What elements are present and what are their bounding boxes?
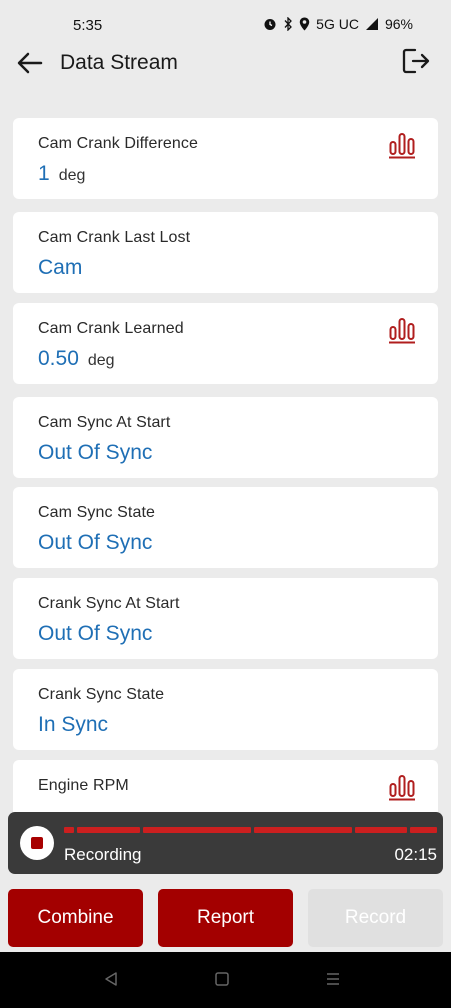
battery-label: 96% (384, 16, 413, 32)
list-item-cam-crank-last-lost[interactable]: Cam Crank Last Lost Cam (13, 212, 438, 293)
list-item-crank-sync-state[interactable]: Crank Sync State In Sync (13, 669, 438, 750)
nav-home-button[interactable] (211, 970, 233, 992)
app-bar: Data Stream (0, 46, 451, 108)
status-time: 5:35 (73, 17, 103, 34)
item-value-wrap: 1 deg (38, 162, 85, 186)
bar-graph-icon (388, 133, 416, 163)
status-icons: 5G UC 96% (263, 16, 413, 32)
back-button[interactable] (14, 50, 46, 80)
item-value-wrap: Out Of Sync (38, 622, 152, 646)
signal-icon (365, 17, 379, 31)
list-item-cam-sync-state[interactable]: Cam Sync State Out Of Sync (13, 487, 438, 568)
item-value: 1 (38, 162, 50, 185)
status-bar: 5:35 5G UC 96% (0, 0, 451, 46)
nav-back-button[interactable] (100, 970, 122, 992)
item-label: Cam Sync State (38, 504, 156, 521)
list-item-cam-crank-learned[interactable]: Cam Crank Learned 0.50 deg (13, 303, 438, 384)
item-label: Cam Crank Difference (38, 135, 198, 152)
item-unit: deg (87, 352, 115, 369)
bar-graph-icon (388, 318, 416, 348)
stop-recording-button[interactable] (20, 826, 54, 860)
exit-icon (401, 47, 431, 80)
bar-graph-icon (388, 775, 416, 805)
item-value-wrap: In Sync (38, 713, 108, 737)
record-button[interactable]: Record (308, 889, 443, 947)
exit-button[interactable] (399, 46, 433, 80)
arrow-left-icon (17, 52, 43, 79)
stop-icon (31, 837, 43, 849)
network-label: 5G UC (316, 16, 359, 32)
progress-segment (77, 827, 140, 833)
item-label: Cam Sync At Start (38, 414, 171, 431)
progress-segment (355, 827, 407, 833)
item-value-wrap: 0.50 deg (38, 347, 115, 371)
recording-progress (64, 827, 438, 833)
item-label: Crank Sync State (38, 686, 165, 703)
item-label: Engine RPM (38, 777, 129, 794)
system-nav-bar (0, 952, 451, 1008)
item-value: Out Of Sync (38, 441, 153, 464)
item-label: Crank Sync At Start (38, 595, 180, 612)
graph-button[interactable] (388, 316, 416, 344)
bluetooth-icon (283, 17, 293, 31)
progress-segment (254, 827, 352, 833)
item-value: Out Of Sync (38, 622, 153, 645)
list-item-cam-sync-at-start[interactable]: Cam Sync At Start Out Of Sync (13, 397, 438, 478)
square-home-icon (214, 971, 230, 992)
action-button-row: Combine Report Record (0, 889, 451, 947)
location-icon (299, 17, 310, 31)
menu-lines-icon (325, 971, 341, 992)
graph-button[interactable] (388, 773, 416, 801)
progress-segment (64, 827, 74, 833)
progress-segment (410, 827, 437, 833)
list-item-crank-sync-at-start[interactable]: Crank Sync At Start Out Of Sync (13, 578, 438, 659)
item-value: 0.50 (38, 347, 79, 370)
item-unit: deg (58, 167, 86, 184)
item-value-wrap: Out Of Sync (38, 441, 152, 465)
list-item-cam-crank-difference[interactable]: Cam Crank Difference 1 deg (13, 118, 438, 199)
recording-time: 02:15 (394, 845, 437, 864)
progress-segment (143, 827, 251, 833)
item-value: In Sync (38, 713, 109, 736)
recording-bar: Recording 02:15 (8, 812, 443, 874)
item-value-wrap: Out Of Sync (38, 531, 152, 555)
item-value-wrap: Cam (38, 256, 82, 280)
nav-recents-button[interactable] (322, 970, 344, 992)
page-title: Data Stream (60, 51, 178, 74)
item-value: Cam (38, 256, 83, 279)
item-label: Cam Crank Last Lost (38, 229, 191, 246)
item-label: Cam Crank Learned (38, 320, 184, 337)
alarm-icon (263, 17, 277, 31)
combine-button[interactable]: Combine (8, 889, 143, 947)
report-button[interactable]: Report (158, 889, 293, 947)
item-value: Out Of Sync (38, 531, 153, 554)
recording-label: Recording (64, 845, 142, 864)
graph-button[interactable] (388, 131, 416, 159)
triangle-back-icon (103, 971, 119, 992)
